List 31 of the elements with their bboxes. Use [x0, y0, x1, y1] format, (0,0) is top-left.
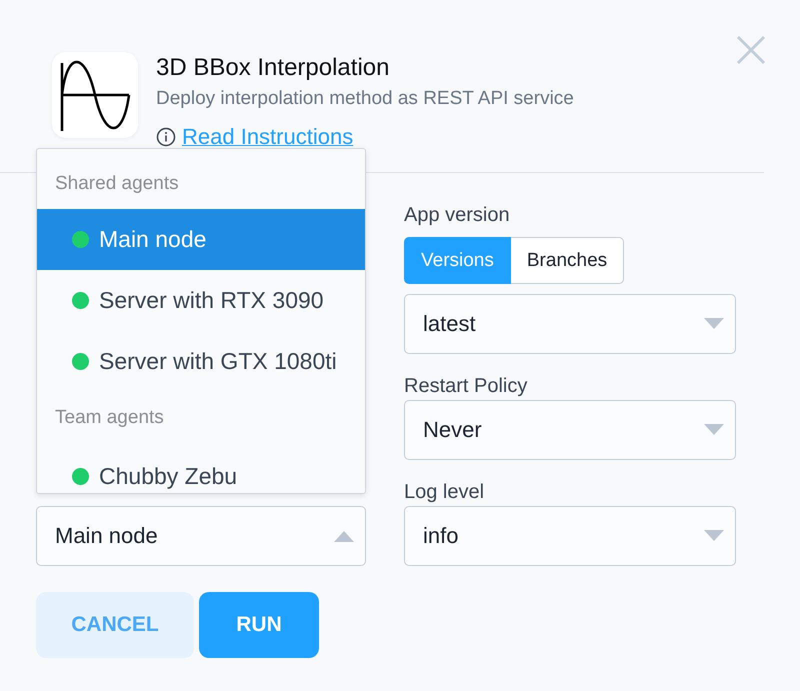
select-value: Main node — [55, 523, 158, 549]
app-title: 3D BBox Interpolation — [156, 53, 390, 83]
status-dot — [72, 353, 89, 370]
app-description: Deploy interpolation method as REST API service — [156, 87, 574, 111]
select-field[interactable]: info — [404, 506, 736, 566]
info-icon — [156, 127, 176, 147]
caret-icon — [703, 530, 725, 542]
app-icon — [52, 52, 138, 138]
field-label: App version — [404, 203, 511, 228]
status-dot — [72, 231, 89, 248]
group-header: Shared agents — [54, 172, 180, 196]
status-dot — [72, 468, 89, 485]
select-value: latest — [423, 311, 476, 337]
group-header: Team agents — [54, 406, 165, 430]
agent-option[interactable]: Server with GTX 1080ti — [37, 331, 365, 392]
caret-icon — [703, 318, 725, 330]
agent-option[interactable]: Chubby Zebu — [37, 446, 365, 493]
field-label: Log level — [404, 480, 486, 505]
caret-icon — [333, 530, 355, 542]
select-field[interactable]: Never — [404, 400, 736, 460]
segment-tab[interactable]: Branches — [510, 237, 624, 284]
select-value: Never — [423, 417, 482, 443]
agent-select[interactable]: Main node — [36, 506, 366, 566]
agent-option[interactable]: Server with RTX 3090 — [37, 270, 365, 331]
field-label: Restart Policy — [404, 374, 528, 399]
close-icon[interactable] — [736, 35, 766, 65]
status-dot — [72, 292, 89, 309]
agent-option[interactable]: Main node — [37, 209, 365, 270]
caret-icon — [703, 424, 725, 436]
select-field[interactable]: latest — [404, 294, 736, 354]
select-value: info — [423, 523, 458, 549]
